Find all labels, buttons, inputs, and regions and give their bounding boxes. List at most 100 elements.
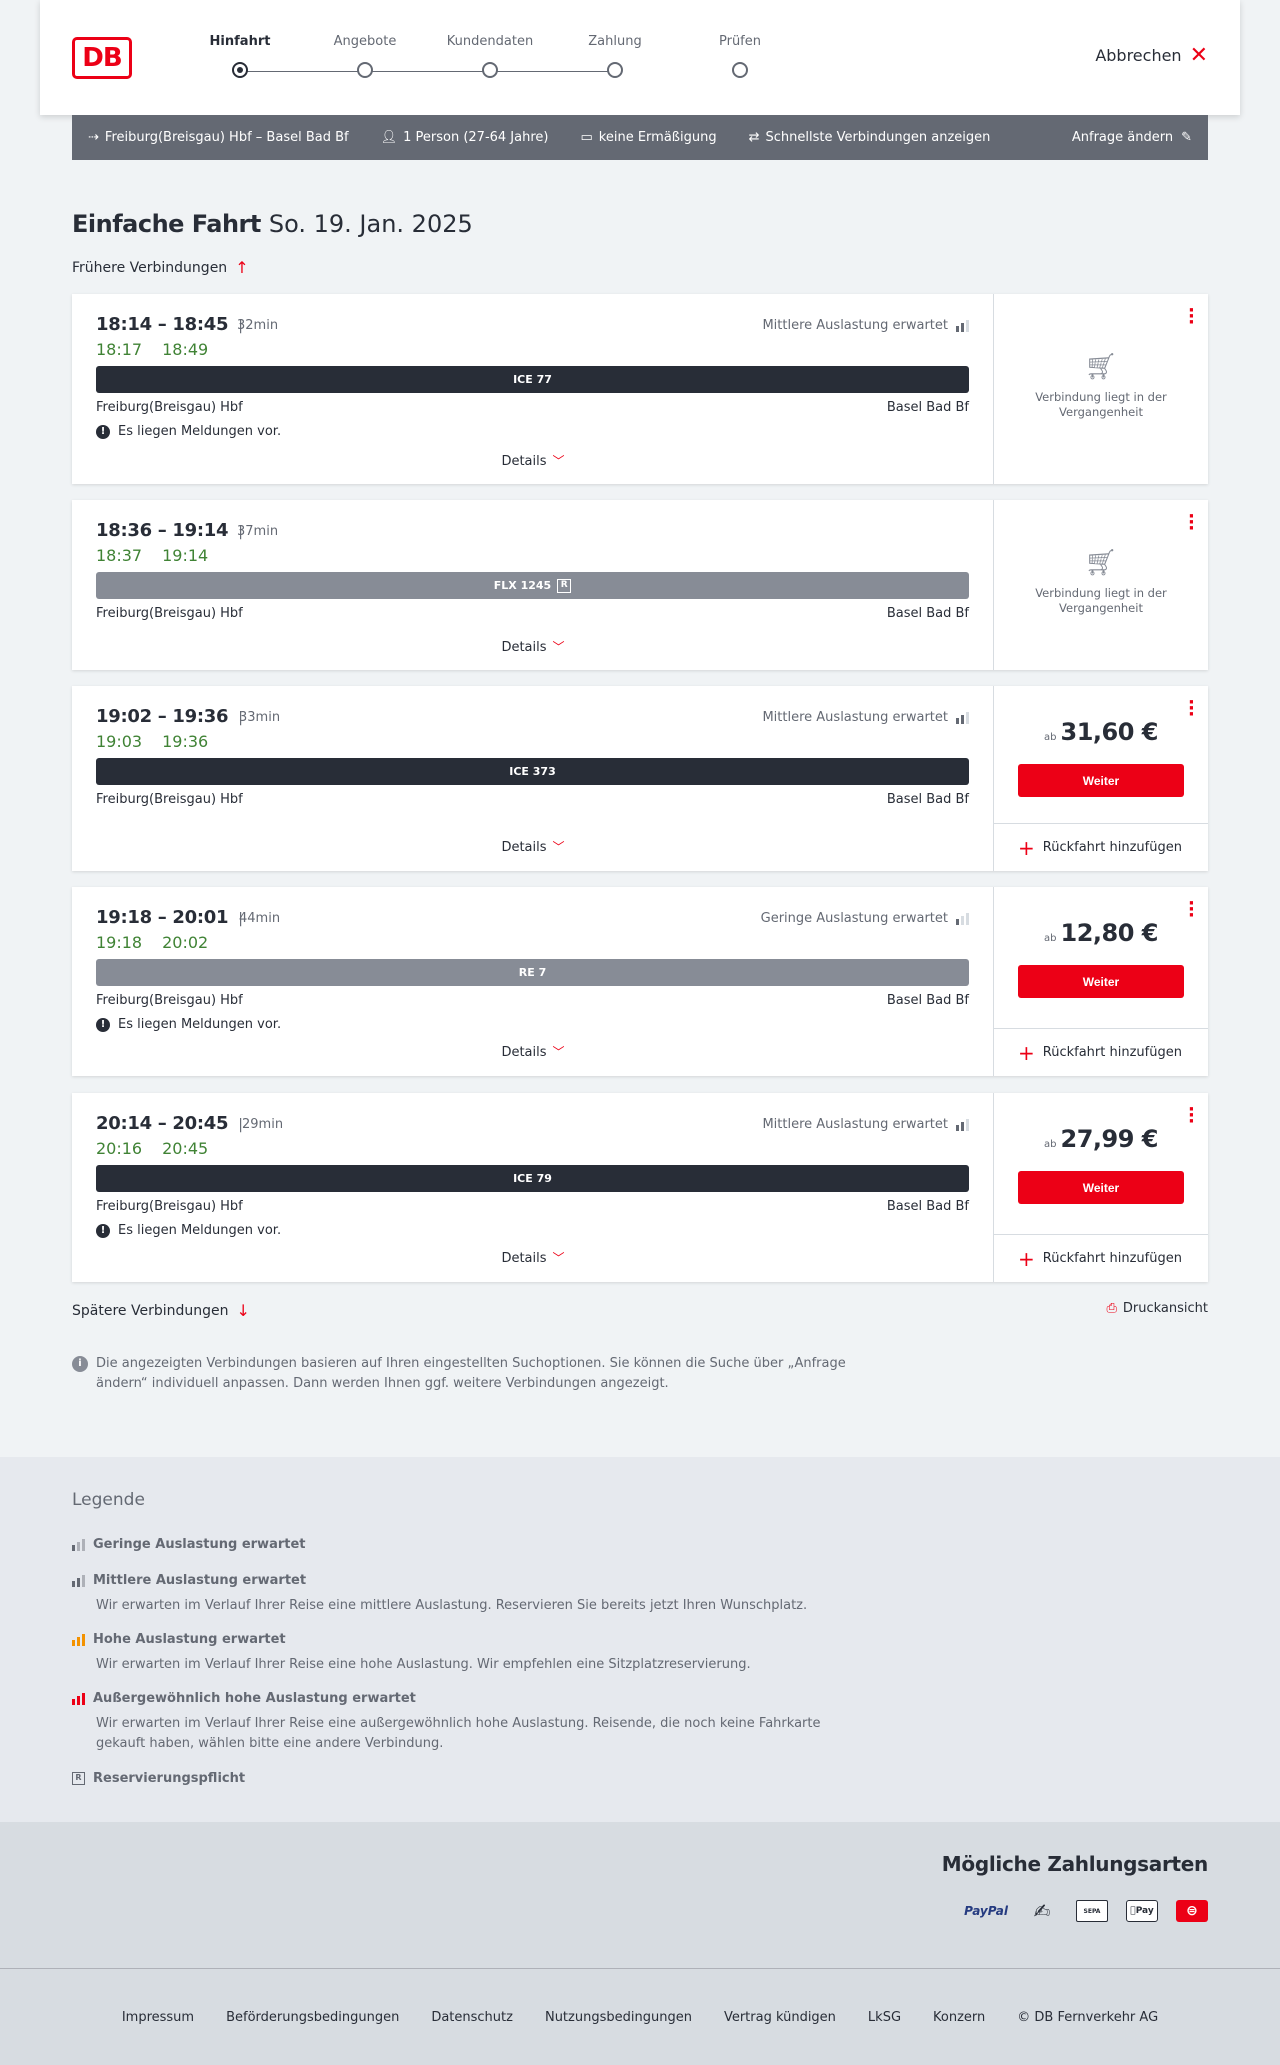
alert-icon: ! xyxy=(96,424,110,439)
footer-link-lksg[interactable]: LkSG xyxy=(868,2010,901,2025)
connection-main: 20:14 – 20:45 | 29min 20:16 20:45 Mittlere… xyxy=(72,1093,994,1282)
cart-unavailable-icon: 🛒︎ xyxy=(1084,352,1118,382)
person-icon: 👤︎ xyxy=(380,130,398,145)
cancel-button[interactable]: Abbrechen ✕ xyxy=(1095,44,1208,66)
connection-card: 18:36 – 19:14 | 37min 18:37 19:14 FLX 1245… xyxy=(72,500,1208,670)
connection-card: 19:02 – 19:36 | 33min 19:03 19:36 Mittlere… xyxy=(72,686,1208,871)
query-route: ⇢ Freiburg(Breisgau) Hbf – Basel Bad Bf xyxy=(88,130,349,145)
train-bar[interactable]: ICE 77 xyxy=(96,366,969,393)
more-options-icon[interactable]: · · · xyxy=(1188,508,1195,538)
connection-duration: 29min xyxy=(242,1117,284,1132)
details-toggle[interactable]: Details ﹀ xyxy=(72,452,994,469)
more-options-icon[interactable]: · · · xyxy=(1188,302,1195,332)
page-title: Einfache Fahrt So. 19. Jan. 2025 xyxy=(72,210,473,238)
load-exceptional-icon xyxy=(72,1692,85,1705)
realtime-times: 20:16 20:45 xyxy=(96,1139,209,1158)
print-view-link[interactable]: ⎙ Druckansicht xyxy=(1106,1301,1208,1316)
price: ab 31,60 € xyxy=(1044,718,1158,746)
later-connections-link[interactable]: Spätere Verbindungen ↓ xyxy=(72,1301,250,1320)
load-medium-icon xyxy=(956,711,969,724)
connection-offer: · · · ab 12,80 € Weiter + Rückfahrt hinzufüg… xyxy=(994,887,1208,1076)
add-return-trip-button[interactable]: + Rückfahrt hinzufügen xyxy=(994,823,1208,871)
departure-station: Freiburg(Breisgau) Hbf xyxy=(96,993,243,1008)
load-indicator: Mittlere Auslastung erwartet xyxy=(762,318,969,333)
connection-card: 19:18 – 20:01 | 44min 19:18 20:02 Geringe … xyxy=(72,887,1208,1076)
chevron-down-icon: ﹀ xyxy=(552,840,565,854)
query-discount: ▭ keine Ermäßigung xyxy=(580,130,716,145)
connection-main: 18:14 – 18:45 | 32min 18:17 18:49 Mittlere… xyxy=(72,294,994,484)
footer-link-konzern[interactable]: Konzern xyxy=(933,2010,985,2025)
footer-link-impressum[interactable]: Impressum xyxy=(122,2010,194,2025)
payment-icons: PayPal ✍ SEPA Pay ⊜ xyxy=(964,1899,1208,1923)
card-icon: ▭ xyxy=(580,130,593,145)
realtime-times: 19:18 20:02 xyxy=(96,933,209,952)
connection-offer: · · · ab 27,99 € Weiter + Rückfahrt hinzufüg… xyxy=(994,1093,1208,1282)
change-query-button[interactable]: Anfrage ändern ✎ xyxy=(1072,130,1192,145)
printer-icon: ⎙ xyxy=(1106,1301,1117,1316)
load-indicator: Mittlere Auslastung erwartet xyxy=(762,710,969,725)
query-persons: 👤︎ 1 Person (27-64 Jahre) xyxy=(381,130,549,145)
train-bar[interactable]: FLX 1245 R xyxy=(96,572,969,599)
chevron-down-icon: ﹀ xyxy=(552,1251,565,1265)
train-bar[interactable]: ICE 79 xyxy=(96,1165,969,1192)
connection-times: 18:36 – 19:14 | xyxy=(96,520,243,541)
continue-button[interactable]: Weiter xyxy=(1018,1171,1184,1204)
footer-link-datenschutz[interactable]: Datenschutz xyxy=(431,2010,513,2025)
add-return-trip-button[interactable]: + Rückfahrt hinzufügen xyxy=(994,1028,1208,1076)
step-dot xyxy=(357,62,373,78)
step-pruefen: Prüfen xyxy=(678,34,802,78)
more-options-icon[interactable]: · · · xyxy=(1188,895,1195,925)
arrival-station: Basel Bad Bf xyxy=(886,792,969,807)
connection-main: 19:02 – 19:36 | 33min 19:03 19:36 Mittlere… xyxy=(72,686,994,871)
load-indicator: Geringe Auslastung erwartet xyxy=(761,911,969,926)
train-bar[interactable]: ICE 373 xyxy=(96,758,969,785)
step-zahlung: Zahlung xyxy=(553,34,677,78)
train-bar[interactable]: RE 7 xyxy=(96,959,969,986)
footer: Impressum Beförderungsbedingungen Datens… xyxy=(0,1968,1280,2065)
departure-station: Freiburg(Breisgau) Hbf xyxy=(96,606,243,621)
arrow-up-icon: ↑ xyxy=(235,258,249,277)
plus-icon: + xyxy=(1018,835,1035,860)
details-toggle[interactable]: Details ﹀ xyxy=(72,838,994,855)
footer-link-nutzungsbedingungen[interactable]: Nutzungsbedingungen xyxy=(545,2010,692,2025)
step-dot xyxy=(607,62,623,78)
connection-offer: · · · ab 31,60 € Weiter + Rückfahrt hinzufüg… xyxy=(994,686,1208,871)
more-options-icon[interactable]: · · · xyxy=(1188,1101,1195,1131)
details-toggle[interactable]: Details ﹀ xyxy=(72,638,994,655)
arrow-down-icon: ↓ xyxy=(236,1301,250,1320)
connection-card: 18:14 – 18:45 | 32min 18:17 18:49 Mittlere… xyxy=(72,294,1208,484)
query-bar: ⇢ Freiburg(Breisgau) Hbf – Basel Bad Bf 👤… xyxy=(72,115,1208,160)
legend: Legende Geringe Auslastung erwartet Mitt… xyxy=(0,1457,1280,1822)
connection-duration: 44min xyxy=(239,911,281,926)
continue-button[interactable]: Weiter xyxy=(1018,965,1184,998)
footer-link-vertrag-kuendigen[interactable]: Vertrag kündigen xyxy=(724,2010,836,2025)
more-options-icon[interactable]: · · · xyxy=(1188,694,1195,724)
train-name: RE 7 xyxy=(518,966,547,979)
step-hinfahrt: Hinfahrt xyxy=(178,34,302,78)
connection-times: 20:14 – 20:45 | xyxy=(96,1113,243,1134)
details-toggle[interactable]: Details ﹀ xyxy=(72,1249,994,1266)
discount-text: keine Ermäßigung xyxy=(598,130,717,145)
load-low-icon xyxy=(956,912,969,925)
db-logo[interactable]: DB xyxy=(72,37,132,79)
pencil-icon: ✎ xyxy=(1181,130,1192,145)
reservation-required-icon: R xyxy=(557,578,572,593)
footer-link-befoerderungsbedingungen[interactable]: Beförderungsbedingungen xyxy=(226,2010,399,2025)
alert-icon: ! xyxy=(96,1223,110,1238)
load-indicator: Mittlere Auslastung erwartet xyxy=(762,1117,969,1132)
earlier-connections-link[interactable]: Frühere Verbindungen ↑ xyxy=(72,258,249,277)
realtime-times: 18:37 19:14 xyxy=(96,546,209,565)
connection-card: 20:14 – 20:45 | 29min 20:16 20:45 Mittlere… xyxy=(72,1093,1208,1282)
info-notice: i Die angezeigten Verbindungen basieren a… xyxy=(72,1354,852,1394)
fastest-text: Schnellste Verbindungen anzeigen xyxy=(765,130,991,145)
trip-type: Einfache Fahrt xyxy=(72,210,261,238)
step-kundendaten: Kundendaten xyxy=(428,34,552,78)
arrival-station: Basel Bad Bf xyxy=(886,400,969,415)
print-label: Druckansicht xyxy=(1122,1301,1208,1316)
add-return-trip-button[interactable]: + Rückfahrt hinzufügen xyxy=(994,1234,1208,1282)
cart-unavailable-icon: 🛒︎ xyxy=(1084,548,1118,578)
load-high-icon xyxy=(72,1633,85,1646)
arrival-station: Basel Bad Bf xyxy=(886,1199,969,1214)
details-toggle[interactable]: Details ﹀ xyxy=(72,1043,994,1060)
continue-button[interactable]: Weiter xyxy=(1018,764,1184,797)
